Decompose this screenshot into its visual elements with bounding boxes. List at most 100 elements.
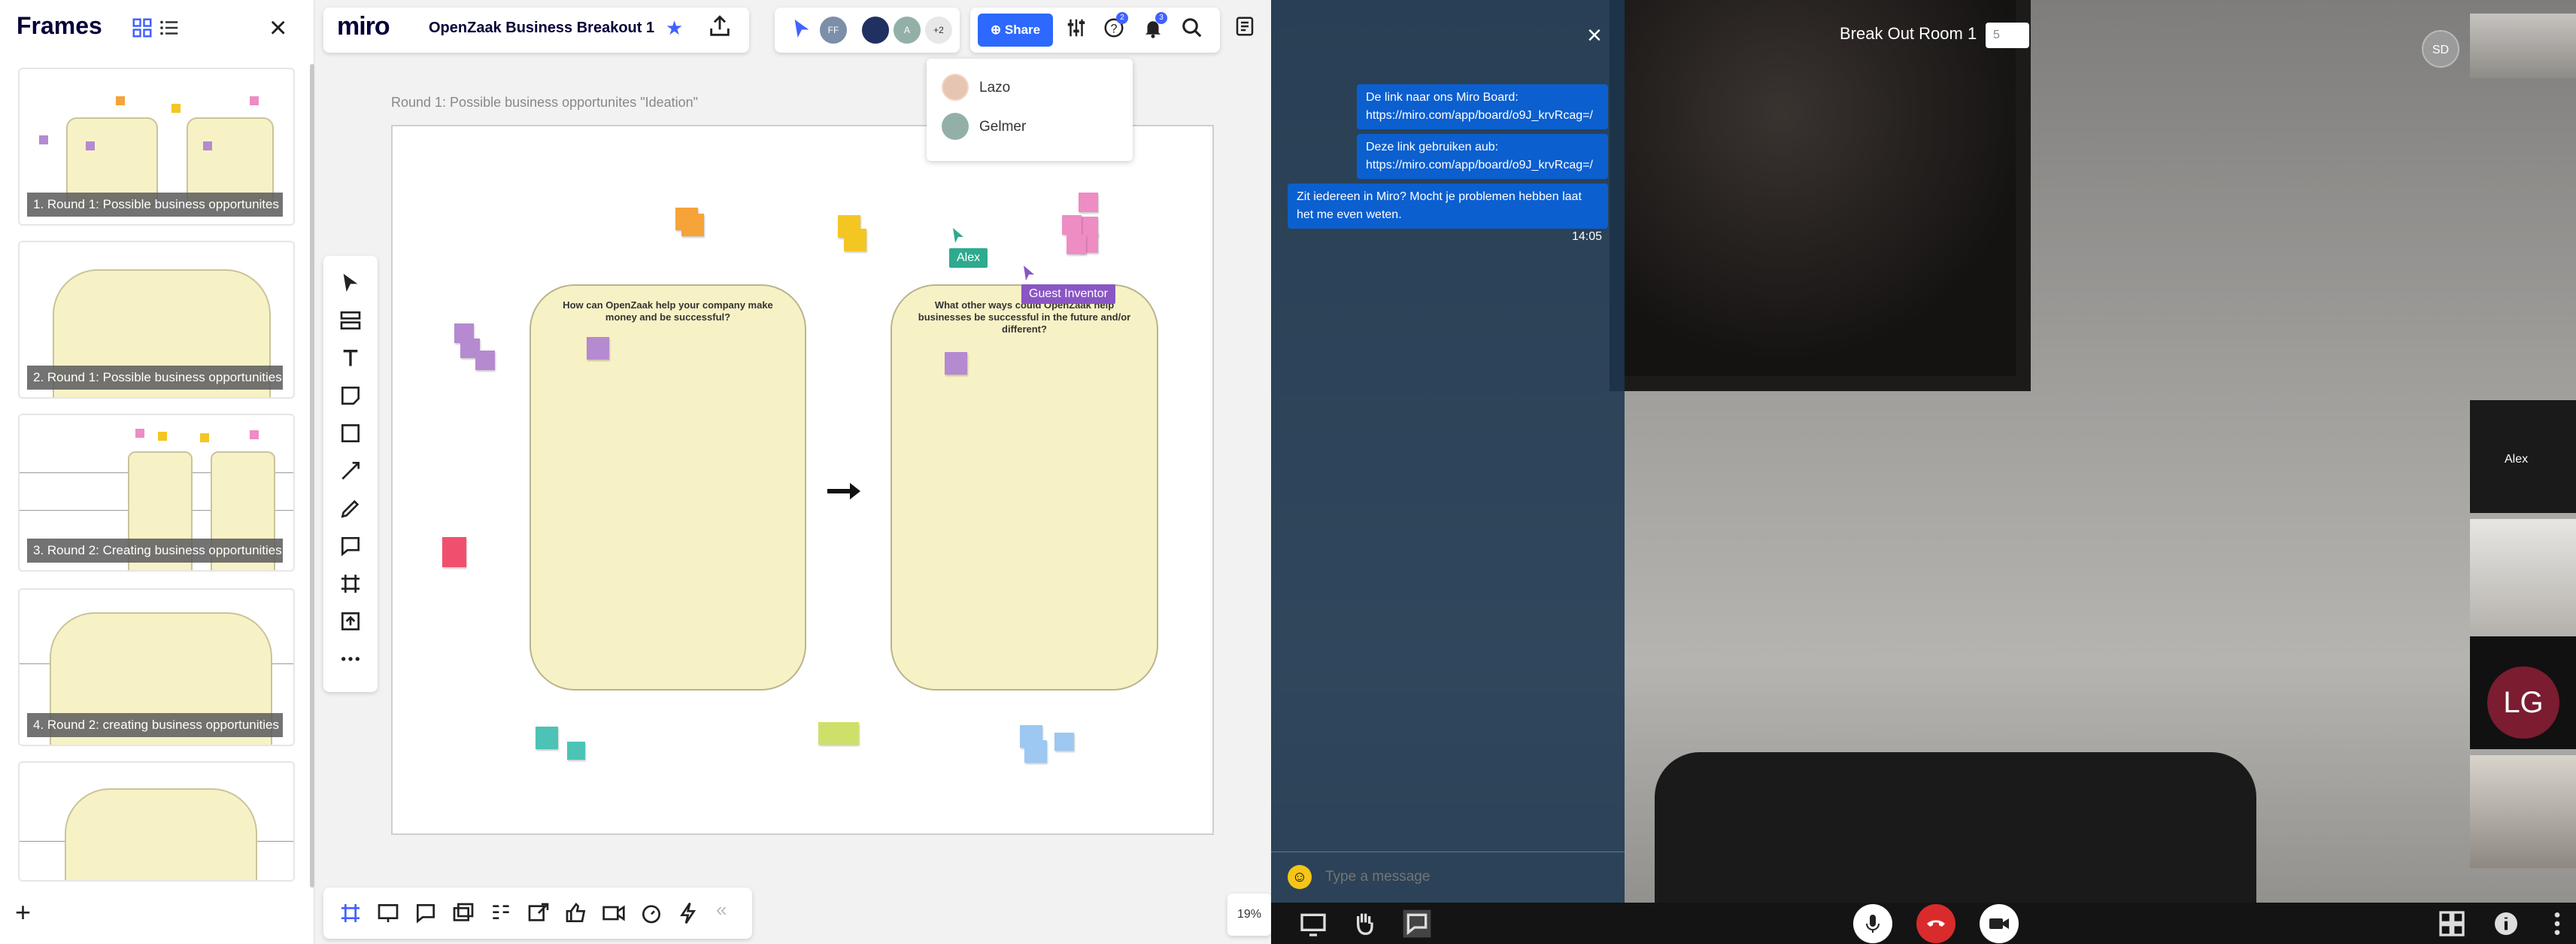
frames-scrollbar[interactable] — [310, 64, 314, 888]
camera-icon — [1989, 918, 2009, 929]
timer-icon[interactable] — [639, 901, 663, 925]
avatar-sd[interactable]: SD — [2422, 30, 2459, 68]
message-input[interactable] — [1325, 865, 1611, 889]
shape-icon[interactable] — [338, 421, 363, 445]
sticky-note[interactable] — [1079, 193, 1098, 212]
frame-thumbnail-label: 1. Round 1: Possible business opportunit… — [27, 193, 283, 217]
more-options-icon[interactable] — [2542, 909, 2572, 939]
settings-sliders-icon[interactable] — [1065, 17, 1088, 39]
text-icon[interactable] — [338, 346, 363, 370]
right-question-text: What other ways could OpenZaak help busi… — [918, 299, 1131, 335]
search-icon[interactable] — [1181, 17, 1203, 39]
add-frame-button[interactable]: + — [15, 897, 31, 928]
avatar — [942, 113, 969, 140]
frames-icon[interactable] — [338, 901, 363, 925]
connector-icon[interactable] — [338, 459, 363, 483]
select-cursor-icon[interactable] — [338, 271, 363, 295]
sticky-note[interactable] — [475, 351, 495, 370]
sticky-note[interactable] — [1024, 740, 1047, 763]
left-question-card[interactable]: How can OpenZaak help your company make … — [529, 284, 806, 691]
comment-icon[interactable] — [338, 534, 363, 558]
microphone-icon — [1866, 915, 1880, 933]
cards-icon[interactable] — [451, 901, 475, 925]
sticky-note[interactable] — [945, 352, 967, 375]
info-icon[interactable] — [2491, 909, 2521, 939]
participant-tile-self[interactable] — [2470, 14, 2576, 78]
svg-text:?: ? — [1110, 22, 1117, 35]
sticky-note[interactable] — [818, 722, 859, 745]
avatar-ff[interactable]: FF — [818, 15, 848, 45]
frame-thumbnail-3[interactable]: 3. Round 2: Creating business opportunit… — [18, 414, 295, 572]
sticky-note[interactable] — [1062, 215, 1082, 235]
chat-message: De link naar ons Miro Board: https://mir… — [1357, 84, 1608, 129]
raise-hand-icon[interactable] — [1349, 909, 1379, 939]
more-tools-icon[interactable] — [338, 647, 363, 671]
cursor-label-guest: Guest Inventor — [1021, 284, 1115, 304]
upload-icon[interactable] — [338, 609, 363, 633]
participant-count[interactable]: 5 — [1986, 23, 2029, 48]
kanban-icon[interactable] — [489, 901, 513, 925]
sticky-note[interactable] — [1054, 733, 1074, 751]
frame-thumbnail-5[interactable] — [18, 761, 295, 882]
avatar — [942, 74, 969, 101]
more-users-button[interactable]: +2 — [924, 15, 954, 45]
tile-view-icon[interactable] — [2437, 909, 2467, 939]
user-name: Lazo — [979, 80, 1011, 96]
chat-toggle-icon[interactable] — [1402, 909, 1432, 939]
frame-thumbnail-4[interactable]: 4. Round 2: creating business opportunit… — [18, 588, 295, 746]
chat-icon[interactable] — [414, 901, 438, 925]
share-screen-icon[interactable] — [526, 901, 551, 925]
list-view-icon[interactable] — [158, 17, 181, 39]
globe-icon: ⊕ — [990, 23, 1005, 37]
help-badge: 2 — [1116, 12, 1128, 24]
microphone-button[interactable] — [1853, 904, 1892, 943]
screen-share-icon[interactable] — [1298, 909, 1328, 939]
export-icon[interactable] — [707, 14, 733, 39]
share-button[interactable]: ⊕ Share — [978, 14, 1053, 47]
lightning-icon[interactable] — [677, 901, 701, 925]
sticky-note[interactable] — [536, 727, 558, 749]
close-icon[interactable]: × — [1587, 21, 1602, 50]
sticky-note[interactable] — [681, 214, 704, 236]
board-title[interactable]: OpenZaak Business Breakout 1 — [429, 20, 654, 37]
left-question-text: How can OpenZaak help your company make … — [563, 299, 773, 323]
reactions-icon[interactable] — [790, 17, 814, 41]
sticky-note[interactable] — [587, 337, 609, 360]
templates-icon[interactable] — [338, 308, 363, 332]
avatar-dark[interactable] — [860, 15, 891, 45]
sticky-note[interactable] — [442, 537, 466, 567]
frames-panel: Frames × 1. Round 1: Possible business o… — [0, 0, 314, 944]
emoji-icon[interactable]: ☺ — [1288, 865, 1312, 889]
right-question-card[interactable]: What other ways could OpenZaak help busi… — [891, 284, 1158, 691]
miro-logo[interactable]: miro — [337, 12, 390, 41]
frame-icon[interactable] — [338, 572, 363, 596]
avatar-a[interactable]: A — [892, 15, 922, 45]
frame-caption: Round 1: Possible business opportunites … — [391, 95, 699, 110]
participant-tile[interactable] — [2470, 519, 2576, 632]
sticky-note[interactable] — [1067, 235, 1086, 254]
sticky-note[interactable] — [844, 229, 866, 251]
cursor-label-alex: Alex — [949, 248, 988, 268]
video-icon[interactable] — [602, 901, 626, 925]
camera-button[interactable] — [1980, 904, 2019, 943]
sticky-note[interactable] — [567, 742, 585, 760]
presentation-icon[interactable] — [376, 901, 400, 925]
frame-thumbnail-label: 4. Round 2: creating business opportunit… — [27, 713, 283, 737]
notes-icon[interactable] — [1233, 15, 1256, 38]
close-icon[interactable]: × — [269, 13, 287, 43]
chat-message: Zit iedereen in Miro? Mocht je problemen… — [1288, 184, 1608, 229]
collapse-icon[interactable]: « — [716, 898, 740, 922]
grid-view-icon[interactable] — [131, 17, 153, 39]
star-icon[interactable]: ★ — [666, 17, 683, 40]
vote-icon[interactable] — [564, 901, 588, 925]
hangup-button[interactable] — [1916, 904, 1956, 943]
participant-tile[interactable] — [2470, 755, 2576, 868]
users-dropdown: Lazo Gelmer — [927, 59, 1133, 161]
frame-thumbnail-2[interactable]: 2. Round 1: Possible business opportunit… — [18, 241, 295, 399]
cursor-arrow-icon — [953, 228, 963, 243]
zoom-level[interactable]: 19% — [1227, 894, 1271, 936]
board-frame[interactable]: How can OpenZaak help your company make … — [391, 125, 1214, 835]
frame-thumbnail-1[interactable]: 1. Round 1: Possible business opportunit… — [18, 68, 295, 226]
pen-icon[interactable] — [338, 496, 363, 521]
sticky-note-icon[interactable] — [338, 384, 363, 408]
